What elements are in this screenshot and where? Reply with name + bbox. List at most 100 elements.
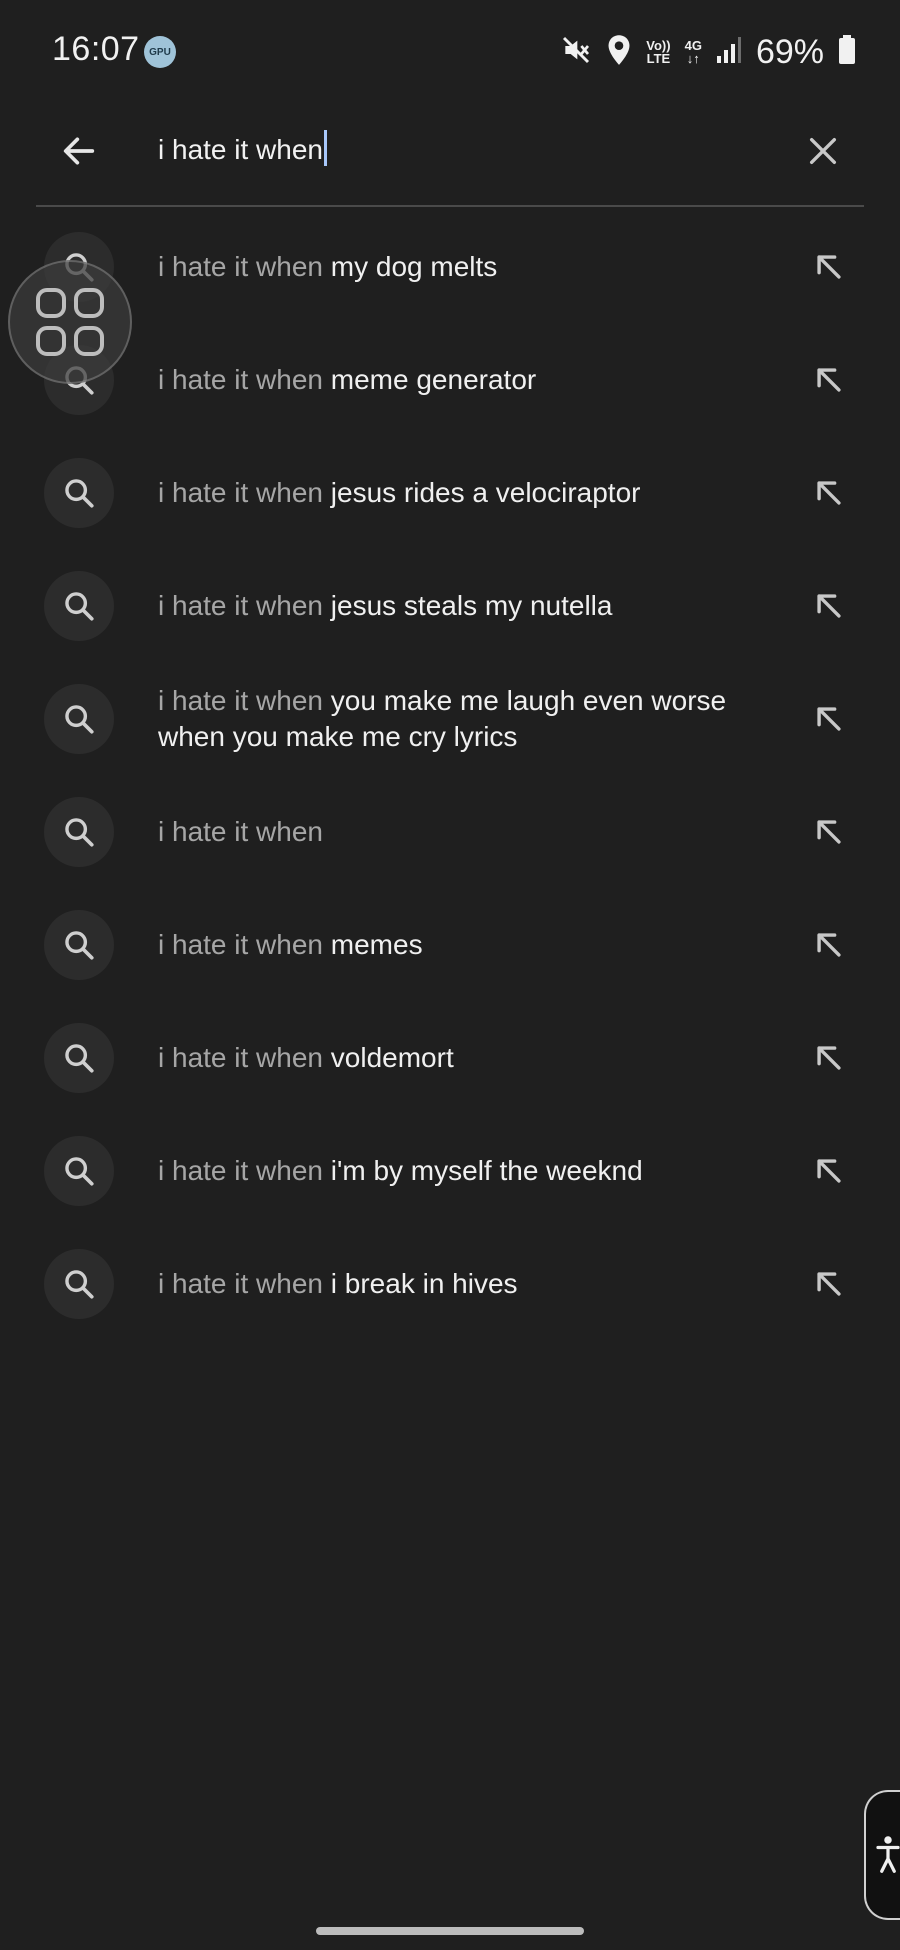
fill-query-button[interactable] [798, 236, 860, 298]
search-icon [65, 1269, 94, 1299]
suggestion-item[interactable]: i hate it when i break in hives [0, 1227, 900, 1340]
header-divider [36, 205, 864, 207]
suggestion-item[interactable]: i hate it when [0, 775, 900, 888]
search-icon-circle [44, 683, 114, 754]
suggestion-text: i hate it when jesus rides a velocirapto… [158, 475, 758, 511]
suggestion-item[interactable]: i hate it when jesus rides a velocirapto… [0, 436, 900, 549]
search-icon-circle [44, 909, 114, 980]
arrow-up-left-icon [817, 706, 841, 731]
volte-bottom-text: LTE [646, 51, 671, 66]
search-icon [65, 478, 94, 508]
suggestion-text: i hate it when jesus steals my nutella [158, 588, 758, 624]
close-icon [809, 137, 837, 165]
arrow-up-left-icon [817, 480, 841, 505]
search-icon-circle [44, 1022, 114, 1093]
suggestion-item[interactable]: i hate it when jesus steals my nutella [0, 549, 900, 662]
fill-query-button[interactable] [798, 1140, 860, 1202]
search-icon-circle [44, 796, 114, 867]
fill-query-button[interactable] [798, 462, 860, 524]
suggestion-text: i hate it when memes [158, 927, 758, 963]
fill-query-button[interactable] [798, 1253, 860, 1315]
suggestion-completion: my dog melts [323, 250, 498, 282]
search-icon-circle [44, 1248, 114, 1319]
status-time: 16:07 [52, 30, 140, 68]
suggestion-text: i hate it when you make me laugh even wo… [158, 683, 758, 755]
suggestion-text: i hate it when meme generator [158, 362, 758, 398]
search-icon-circle [44, 570, 114, 641]
suggestion-completion: i'm by myself the weeknd [323, 1154, 643, 1186]
back-button[interactable] [48, 120, 110, 182]
suggestion-text: i hate it when voldemort [158, 1040, 758, 1076]
accessibility-icon [876, 1836, 900, 1873]
search-icon [65, 930, 94, 960]
suggestion-completion: meme generator [323, 363, 537, 395]
suggestion-text: i hate it when i'm by myself the weeknd [158, 1153, 758, 1189]
text-caret [324, 130, 327, 166]
arrow-up-left-icon [817, 367, 841, 392]
search-icon [65, 591, 94, 621]
suggestion-prefix: i hate it when [158, 815, 323, 847]
signal-icon [716, 36, 742, 69]
gesture-nav-bar[interactable] [316, 1927, 584, 1935]
gpu-badge: GPU [144, 36, 176, 68]
arrow-left-icon [63, 137, 95, 165]
fill-query-button[interactable] [798, 575, 860, 637]
arrow-up-left-icon [817, 932, 841, 957]
suggestion-prefix: i hate it when [158, 1267, 323, 1299]
suggestion-prefix: i hate it when [158, 684, 323, 716]
suggestion-item[interactable]: i hate it when my dog melts [0, 210, 900, 323]
volte-indicator: Vo)) LTE [646, 39, 670, 65]
network-type-indicator: 4G ↓↑ [685, 39, 702, 65]
suggestion-list: i hate it when my dog melts i hate it wh… [0, 210, 900, 1340]
fill-query-button[interactable] [798, 688, 860, 750]
arrow-up-left-icon [817, 1158, 841, 1183]
search-icon [65, 1043, 94, 1073]
location-icon [606, 34, 632, 71]
arrow-up-left-icon [817, 593, 841, 618]
suggestion-prefix: i hate it when [158, 928, 323, 960]
search-input[interactable]: i hate it when [158, 130, 327, 166]
arrow-up-left-icon [817, 819, 841, 844]
search-icon [65, 817, 94, 847]
status-icons: Vo)) LTE 4G ↓↑ 69% [560, 30, 856, 74]
suggestion-prefix: i hate it when [158, 1154, 323, 1186]
arrow-up-left-icon [817, 254, 841, 279]
battery-percent: 69% [755, 32, 824, 71]
search-header: i hate it when [0, 100, 900, 206]
suggestion-completion: i break in hives [323, 1267, 518, 1299]
suggestion-item[interactable]: i hate it when meme generator [0, 323, 900, 436]
data-arrows-icon: ↓↑ [686, 51, 700, 66]
suggestion-prefix: i hate it when [158, 363, 323, 395]
fill-query-button[interactable] [798, 1027, 860, 1089]
clear-search-button[interactable] [794, 122, 852, 180]
fill-query-button[interactable] [798, 349, 860, 411]
suggestion-completion: jesus rides a velociraptor [323, 476, 641, 508]
suggestion-completion: memes [323, 928, 423, 960]
suggestion-text: i hate it when [158, 814, 758, 850]
search-icon [65, 1156, 94, 1186]
fill-query-button[interactable] [798, 914, 860, 976]
search-input-text: i hate it when [158, 134, 323, 165]
suggestion-item[interactable]: i hate it when voldemort [0, 1001, 900, 1114]
search-icon-circle [44, 1135, 114, 1206]
suggestion-text: i hate it when i break in hives [158, 1266, 758, 1302]
suggestion-item[interactable]: i hate it when memes [0, 888, 900, 1001]
search-icon-circle [44, 457, 114, 528]
grid-icon [36, 288, 104, 356]
status-bar: 16:07 GPU Vo)) LTE 4G ↓↑ 69% [0, 0, 900, 100]
suggestion-completion: voldemort [323, 1041, 454, 1073]
suggestion-item[interactable]: i hate it when you make me laugh even wo… [0, 662, 900, 775]
arrow-up-left-icon [817, 1045, 841, 1070]
battery-icon [838, 34, 856, 70]
arrow-up-left-icon [817, 1271, 841, 1296]
accessibility-button[interactable] [864, 1790, 900, 1920]
suggestion-text: i hate it when my dog melts [158, 249, 758, 285]
suggestion-prefix: i hate it when [158, 250, 323, 282]
suggestion-item[interactable]: i hate it when i'm by myself the weeknd [0, 1114, 900, 1227]
suggestion-prefix: i hate it when [158, 476, 323, 508]
search-icon [65, 704, 94, 734]
mute-icon [560, 34, 592, 71]
suggestion-prefix: i hate it when [158, 1041, 323, 1073]
floating-quick-menu[interactable] [8, 260, 132, 384]
fill-query-button[interactable] [798, 801, 860, 863]
